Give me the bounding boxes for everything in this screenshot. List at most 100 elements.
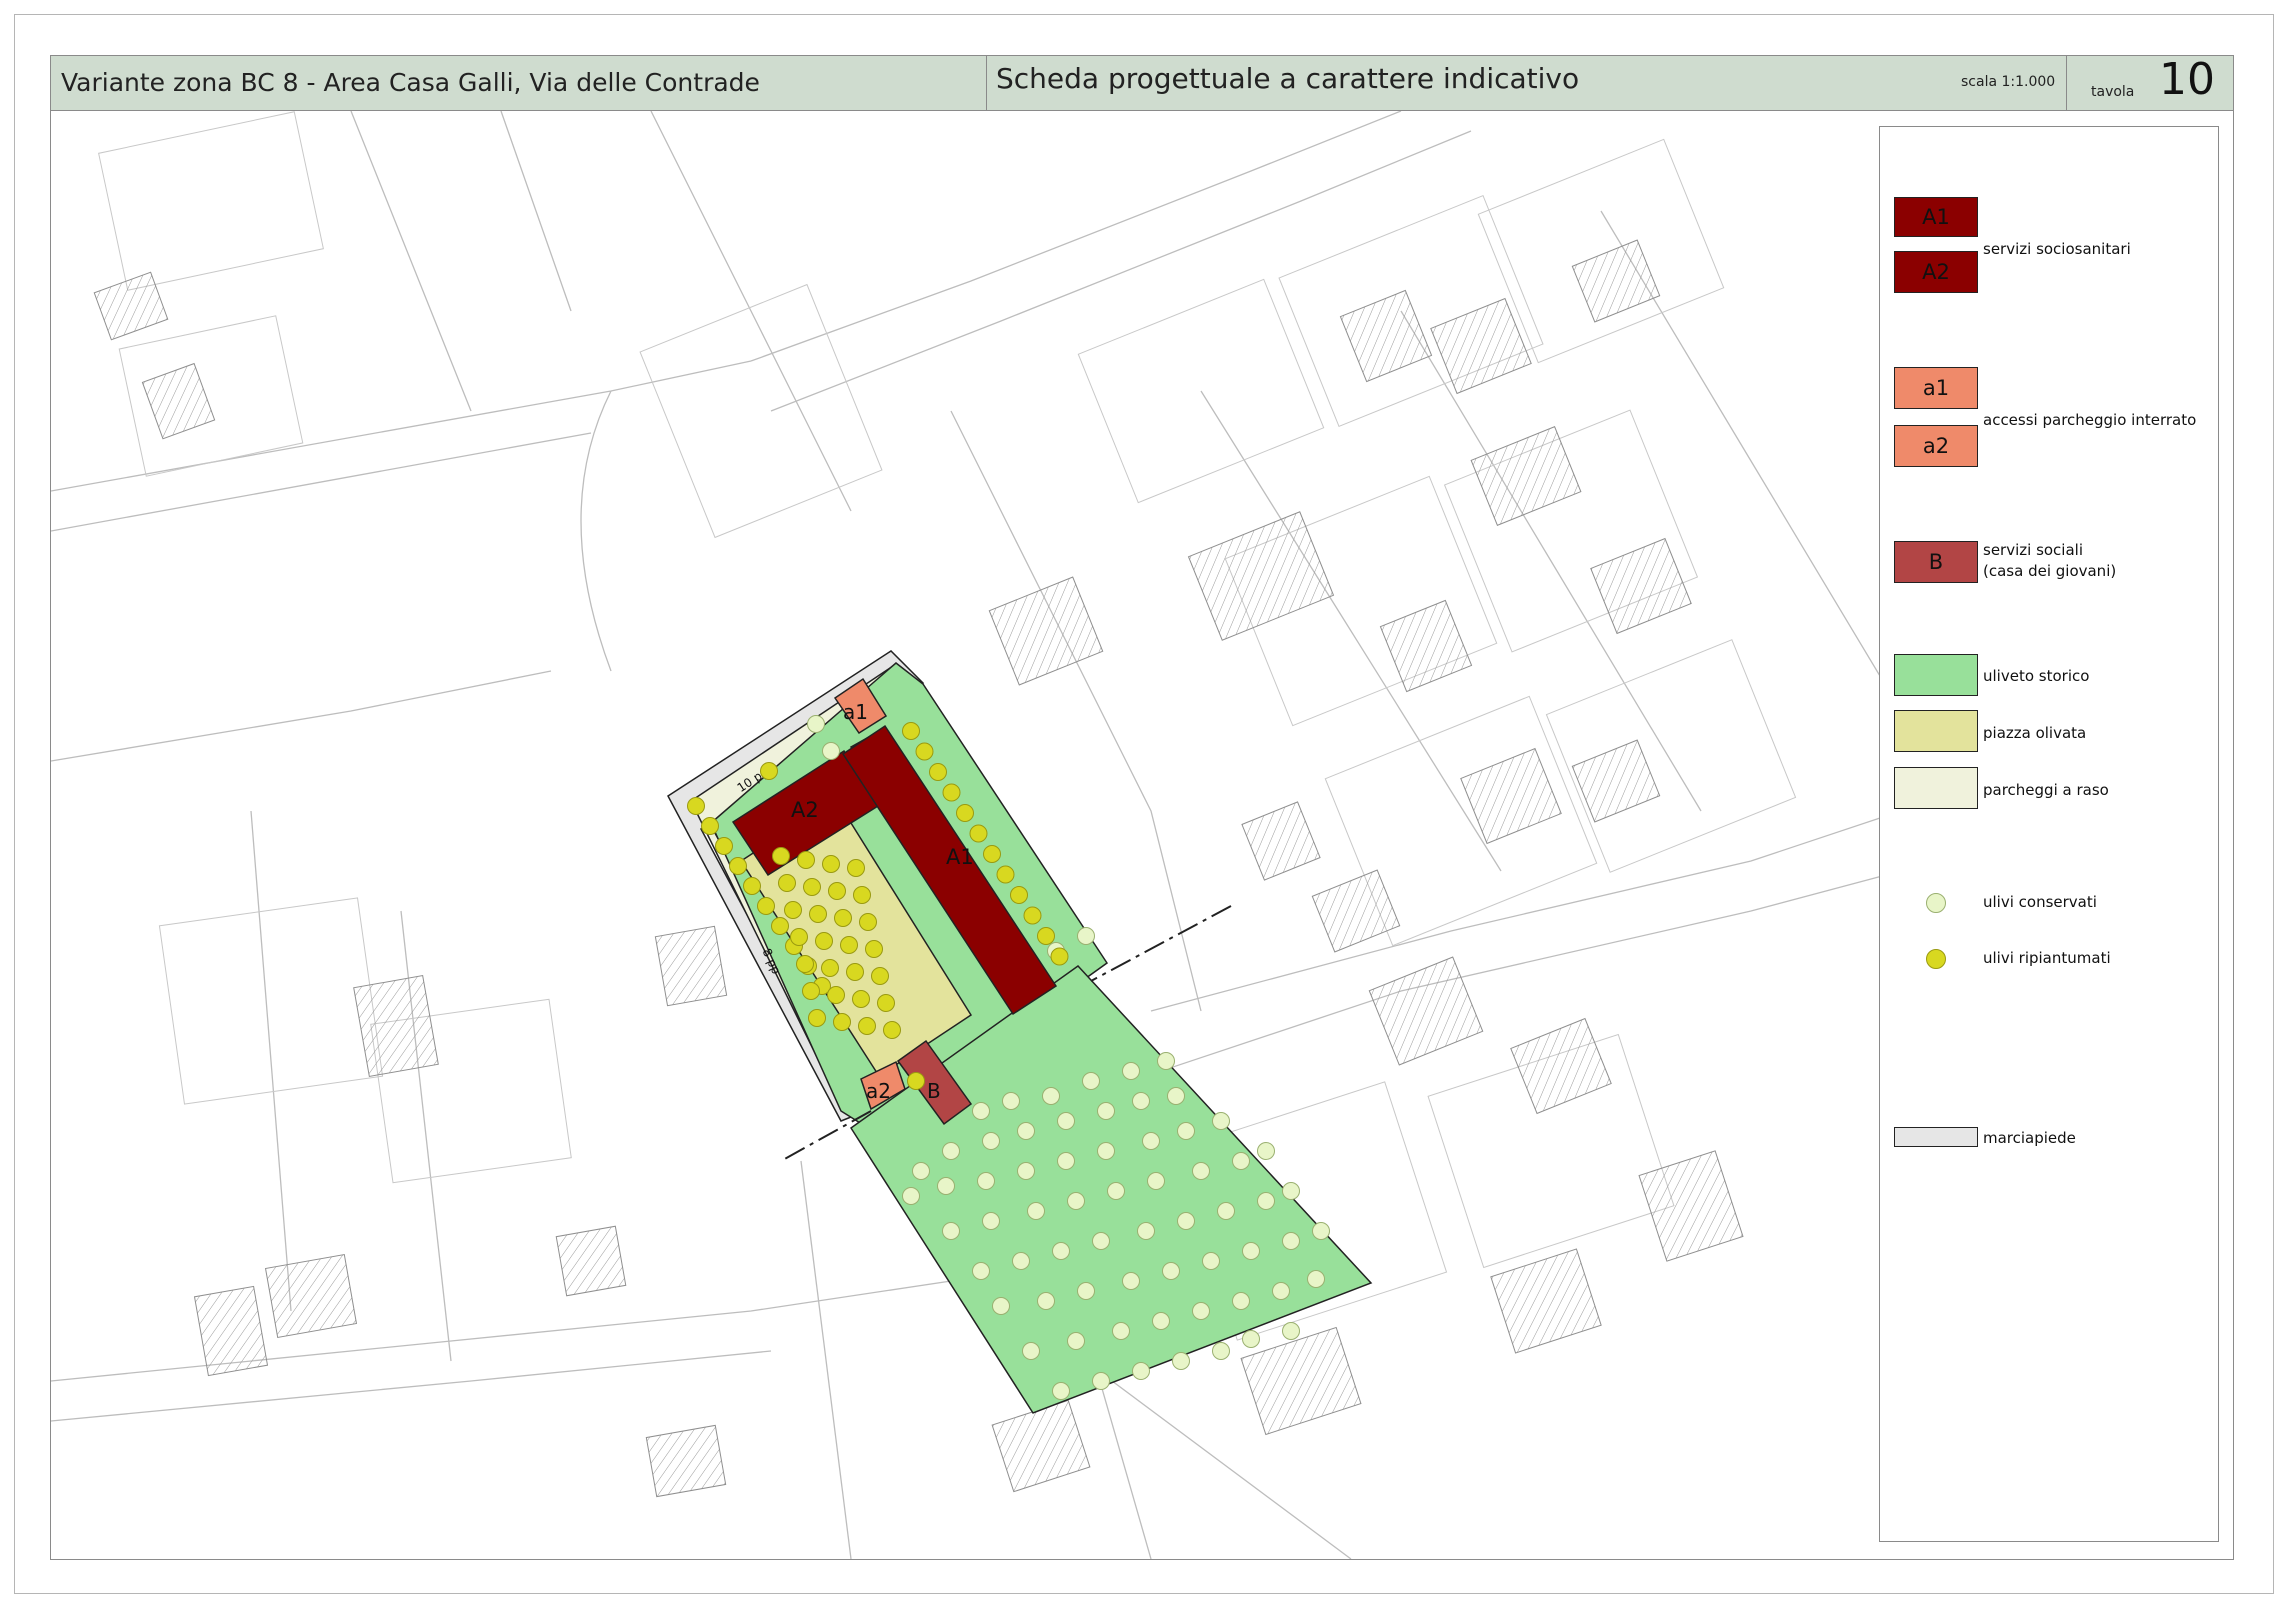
legend-swatch-parcheggi [1894, 767, 1978, 809]
olive-ripiantumato [803, 878, 821, 896]
olive-conservato [822, 742, 840, 760]
olive-conservato [1092, 1372, 1110, 1390]
olive-ripiantumato [778, 874, 796, 892]
olive-ripiantumato [877, 994, 895, 1012]
olive-conservato [1097, 1142, 1115, 1160]
olive-ripiantumato [701, 817, 719, 835]
olive-conservato [1017, 1122, 1035, 1140]
olive-conservato [1067, 1192, 1085, 1210]
olive-conservato [807, 715, 825, 733]
olive-ripiantumato [809, 905, 827, 923]
legend-text-ulivi-ripiantumati: ulivi ripiantumati [1983, 949, 2111, 967]
olive-conservato [1142, 1132, 1160, 1150]
olive-ripiantumato [790, 928, 808, 946]
olive-conservato [1202, 1252, 1220, 1270]
label-B: B [927, 1079, 941, 1103]
olive-ripiantumato [784, 901, 802, 919]
olive-ripiantumato [760, 762, 778, 780]
legend-panel: A1 A2 servizi sociosanitari a1 a2 access… [1879, 126, 2219, 1542]
olive-ripiantumato [1010, 886, 1028, 904]
olive-conservato [1242, 1242, 1260, 1260]
legend-swatch-b: B [1894, 541, 1978, 583]
label-A2: A2 [791, 798, 819, 822]
olive-conservato [992, 1297, 1010, 1315]
olive-conservato [1052, 1382, 1070, 1400]
olive-conservato [1122, 1062, 1140, 1080]
olive-ripiantumato [827, 986, 845, 1004]
header-divider-2 [2066, 56, 2067, 110]
olive-conservato [1077, 927, 1095, 945]
legend-text-servizi-sociosanitari: servizi sociosanitari [1983, 240, 2131, 258]
legend-text-parcheggi: parcheggi a raso [1983, 781, 2109, 799]
olive-conservato [1192, 1162, 1210, 1180]
olive-conservato [1052, 1242, 1070, 1260]
olive-ripiantumato [942, 783, 961, 802]
sheet-subtitle: Scheda progettuale a carattere indicativ… [996, 62, 1580, 95]
olive-conservato [1212, 1112, 1230, 1130]
olive-conservato [1177, 1122, 1195, 1140]
olive-conservato [1057, 1112, 1075, 1130]
legend-swatch-a1-service: A1 [1894, 197, 1978, 237]
olive-conservato [1152, 1312, 1170, 1330]
olive-conservato [942, 1142, 960, 1160]
olive-ripiantumato [840, 936, 858, 954]
olive-conservato [1057, 1152, 1075, 1170]
olive-conservato [1137, 1222, 1155, 1240]
olive-conservato [1092, 1232, 1110, 1250]
olive-conservato [1037, 1292, 1055, 1310]
olive-conservato [972, 1102, 990, 1120]
olive-ripiantumato [996, 865, 1015, 884]
olive-conservato [1192, 1302, 1210, 1320]
legend-text-piazza: piazza olivata [1983, 724, 2087, 742]
olive-ripiantumato [902, 722, 920, 740]
olive-conservato [1172, 1352, 1190, 1370]
olive-ripiantumato [771, 917, 789, 935]
olive-conservato [1212, 1342, 1230, 1360]
olive-ripiantumato [772, 847, 790, 865]
olive-ripiantumato [858, 1017, 876, 1035]
olive-conservato [1132, 1362, 1150, 1380]
olive-conservato [1232, 1292, 1250, 1310]
label-a2: a2 [866, 1079, 891, 1103]
legend-swatch-a2-access: a2 [1894, 425, 1978, 467]
olive-conservato [1027, 1202, 1045, 1220]
olive-ripiantumato [915, 742, 934, 761]
legend-swatch-a2-service: A2 [1894, 251, 1978, 293]
legend-dot-ulivi-ripiantumati [1926, 949, 1946, 969]
olive-conservato [942, 1222, 960, 1240]
olive-ripiantumato [846, 963, 864, 981]
olive-conservato [1217, 1202, 1235, 1220]
olive-ripiantumato [796, 955, 814, 973]
olive-ripiantumato [859, 913, 877, 931]
olive-conservato [1282, 1232, 1300, 1250]
label-a1: a1 [843, 700, 868, 724]
olive-conservato [1282, 1322, 1300, 1340]
olive-conservato [1012, 1252, 1030, 1270]
olive-conservato [1167, 1087, 1185, 1105]
olive-ripiantumato [797, 851, 815, 869]
olive-conservato [1132, 1092, 1150, 1110]
olive-conservato [1002, 1092, 1020, 1110]
olive-ripiantumato [956, 804, 974, 822]
olive-ripiantumato [1023, 906, 1042, 925]
olive-ripiantumato [821, 959, 839, 977]
legend-text-uliveto: uliveto storico [1983, 667, 2090, 685]
olive-ripiantumato [1037, 927, 1055, 945]
olive-conservato [1272, 1282, 1290, 1300]
olive-conservato [1042, 1087, 1060, 1105]
olive-ripiantumato [907, 1072, 925, 1090]
olive-conservato [1147, 1172, 1165, 1190]
tavola-label: tavola [2091, 84, 2135, 100]
olive-conservato [1177, 1212, 1195, 1230]
olive-ripiantumato [808, 1009, 826, 1027]
olive-conservato [1017, 1162, 1035, 1180]
olive-ripiantumato [828, 882, 846, 900]
olive-ripiantumato [815, 932, 833, 950]
olive-ripiantumato [743, 877, 761, 895]
olive-conservato [902, 1187, 920, 1205]
header-divider [986, 56, 987, 110]
olive-conservato [982, 1212, 1000, 1230]
olive-conservato [1257, 1142, 1275, 1160]
olive-ripiantumato [822, 855, 840, 873]
olive-ripiantumato [871, 967, 889, 985]
